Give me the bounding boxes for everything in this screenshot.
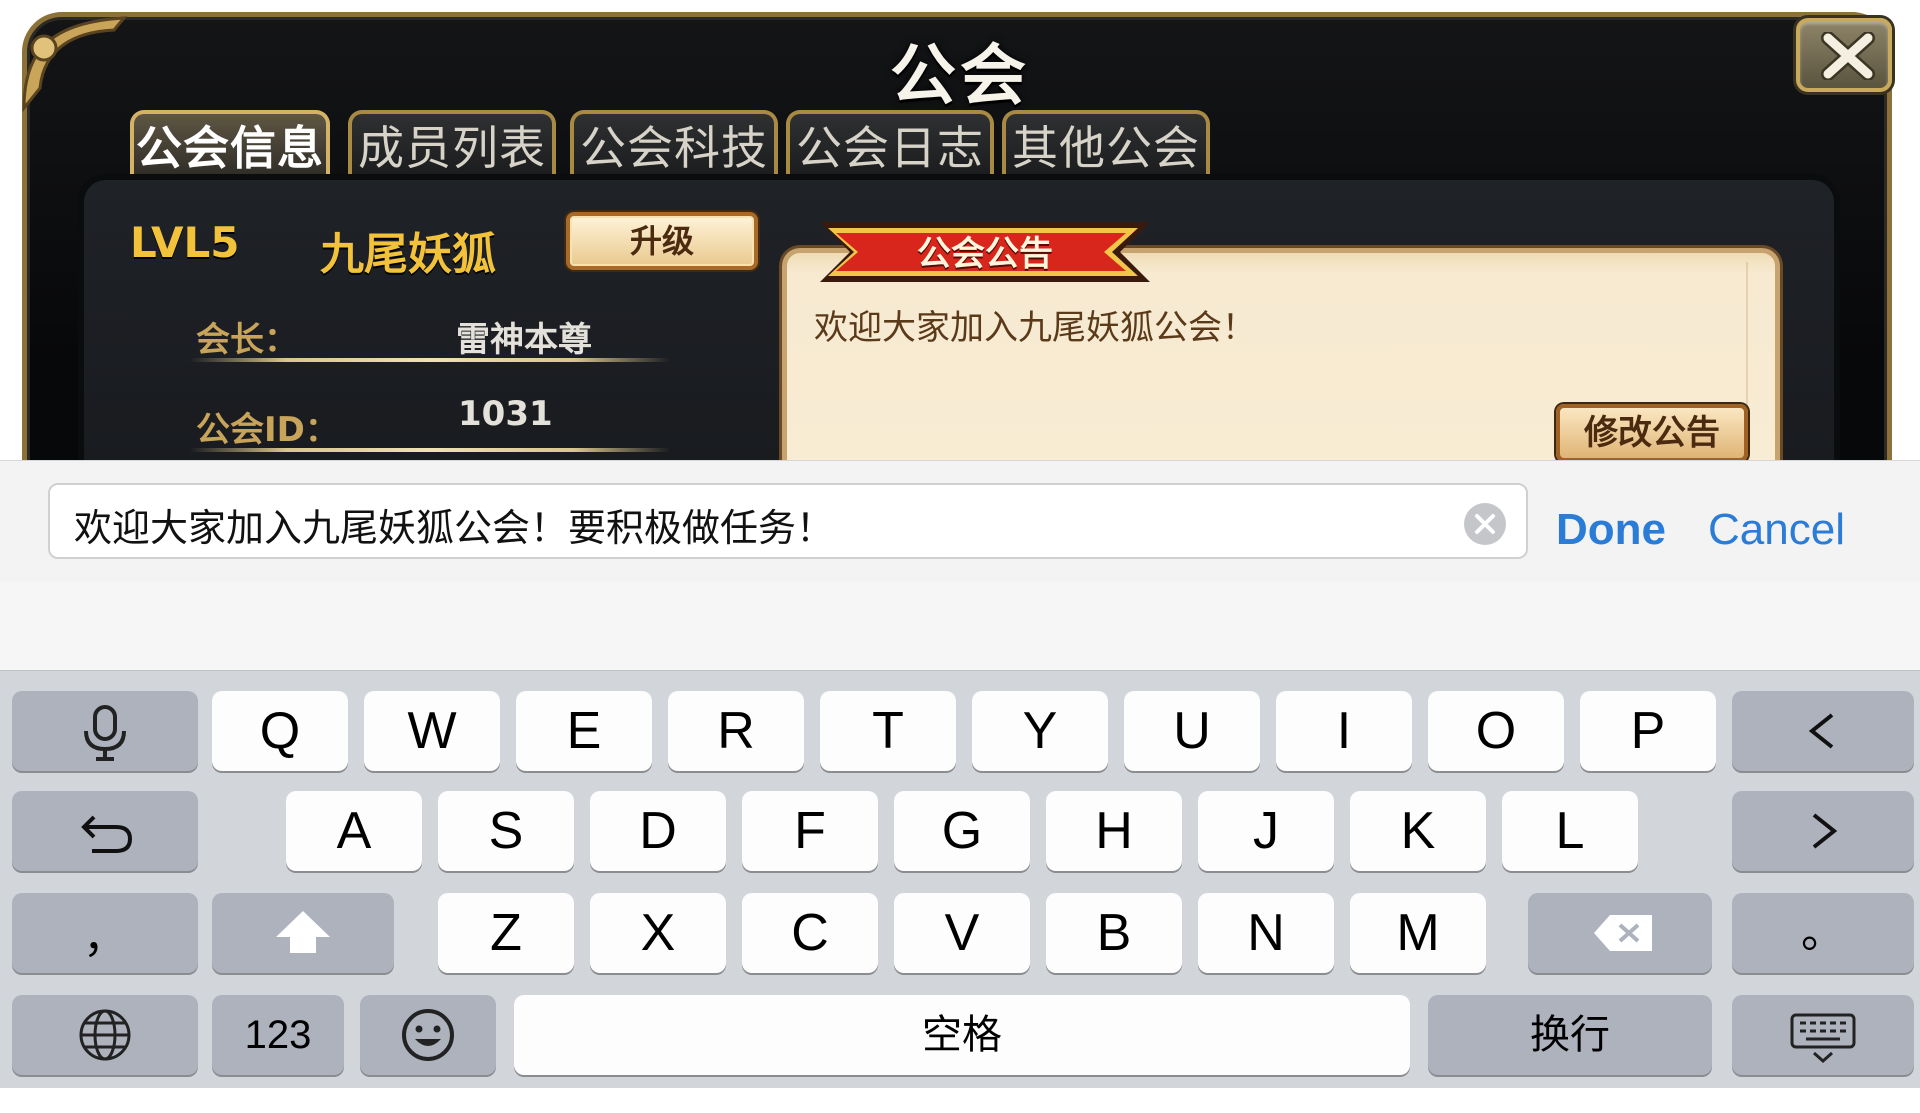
- key-x[interactable]: X: [590, 893, 726, 973]
- screen: 公会 公会信息 成员列表 公会科技 公会日志 其他公会 LVL5 九尾妖狐 升级…: [0, 0, 1920, 1113]
- emoji-icon: [402, 1009, 454, 1061]
- input-accessory-area: [0, 582, 1920, 670]
- key-t[interactable]: T: [820, 691, 956, 771]
- text-input-bar: 欢迎大家加入九尾妖狐公会！要积极做任务！ Done Cancel: [0, 460, 1920, 582]
- key-f[interactable]: F: [742, 791, 878, 871]
- shift-key[interactable]: [212, 893, 394, 973]
- backspace-key[interactable]: [1528, 893, 1712, 973]
- space-key[interactable]: 空格: [514, 995, 1410, 1075]
- cursor-right-key[interactable]: [1732, 791, 1914, 871]
- numbers-key[interactable]: 123: [212, 995, 344, 1075]
- microphone-icon: [84, 705, 126, 761]
- close-icon: [1821, 32, 1875, 80]
- close-button[interactable]: [1796, 18, 1892, 92]
- clear-icon: [1475, 514, 1495, 534]
- return-key[interactable]: 换行: [1428, 995, 1712, 1075]
- leader-value: 雷神本尊: [456, 320, 592, 360]
- key-e[interactable]: E: [516, 691, 652, 771]
- undo-icon: [81, 815, 133, 853]
- tab-member-list[interactable]: 成员列表: [348, 110, 556, 180]
- globe-icon: [79, 1009, 131, 1061]
- guild-id-label: 公会ID：: [196, 410, 339, 450]
- shift-icon: [276, 911, 330, 953]
- period-key[interactable]: 。: [1732, 893, 1914, 973]
- key-s[interactable]: S: [438, 791, 574, 871]
- guild-level: LVL5: [130, 218, 240, 267]
- key-g[interactable]: G: [894, 791, 1030, 871]
- tab-guild-tech[interactable]: 公会科技: [570, 110, 778, 180]
- key-d[interactable]: D: [590, 791, 726, 871]
- key-c[interactable]: C: [742, 893, 878, 973]
- leader-label: 会长：: [196, 320, 298, 360]
- cursor-left-key[interactable]: [1732, 691, 1914, 771]
- key-h[interactable]: H: [1046, 791, 1182, 871]
- key-n[interactable]: N: [1198, 893, 1334, 973]
- key-a[interactable]: A: [286, 791, 422, 871]
- divider: [190, 448, 670, 452]
- key-b[interactable]: B: [1046, 893, 1182, 973]
- comma-key[interactable]: ，: [12, 893, 198, 973]
- tab-guild-log[interactable]: 公会日志: [786, 110, 994, 180]
- hide-keyboard-key[interactable]: [1732, 995, 1914, 1075]
- key-q[interactable]: Q: [212, 691, 348, 771]
- key-l[interactable]: L: [1502, 791, 1638, 871]
- key-k[interactable]: K: [1350, 791, 1486, 871]
- key-w[interactable]: W: [364, 691, 500, 771]
- key-p[interactable]: P: [1580, 691, 1716, 771]
- cancel-button[interactable]: Cancel: [1708, 505, 1845, 555]
- notice-heading: 公会公告: [917, 234, 1053, 274]
- window-title: 公会: [890, 37, 1030, 114]
- guild-id-value: 1031: [458, 394, 553, 434]
- arrow-right-icon: [1812, 813, 1838, 849]
- key-u[interactable]: U: [1124, 691, 1260, 771]
- key-i[interactable]: I: [1276, 691, 1412, 771]
- key-v[interactable]: V: [894, 893, 1030, 973]
- tab-guild-info[interactable]: 公会信息: [130, 110, 330, 180]
- bottom-edge: [0, 1088, 1920, 1113]
- arrow-left-icon: [1808, 713, 1834, 749]
- key-r[interactable]: R: [668, 691, 804, 771]
- key-y[interactable]: Y: [972, 691, 1108, 771]
- edit-notice-button[interactable]: 修改公告: [1556, 404, 1748, 460]
- key-z[interactable]: Z: [438, 893, 574, 973]
- notice-text: 欢迎大家加入九尾妖狐公会！: [814, 308, 1256, 348]
- globe-key[interactable]: [12, 995, 198, 1075]
- upgrade-button[interactable]: 升级: [566, 212, 758, 270]
- done-button[interactable]: Done: [1556, 505, 1666, 555]
- key-m[interactable]: M: [1350, 893, 1486, 973]
- notice-input-field[interactable]: 欢迎大家加入九尾妖狐公会！要积极做任务！: [48, 483, 1528, 559]
- clear-text-button[interactable]: [1464, 503, 1506, 545]
- keyboard: Q W E R T Y U I O P A S D F G H J K L ， …: [0, 670, 1920, 1088]
- emoji-key[interactable]: [360, 995, 496, 1075]
- microphone-key[interactable]: [12, 691, 198, 771]
- undo-key[interactable]: [12, 791, 198, 871]
- input-text: 欢迎大家加入九尾妖狐公会！要积极做任务！: [74, 506, 835, 550]
- divider: [190, 358, 670, 362]
- key-o[interactable]: O: [1428, 691, 1564, 771]
- tab-other-guilds[interactable]: 其他公会: [1002, 110, 1210, 180]
- guild-name: 九尾妖狐: [320, 229, 496, 280]
- corner-ornament-icon: [22, 16, 128, 113]
- key-j[interactable]: J: [1198, 791, 1334, 871]
- keyboard-hide-icon: [1790, 1013, 1856, 1064]
- guild-window: 公会 公会信息 成员列表 公会科技 公会日志 其他公会 LVL5 九尾妖狐 升级…: [0, 0, 1920, 460]
- backspace-icon: [1594, 915, 1652, 951]
